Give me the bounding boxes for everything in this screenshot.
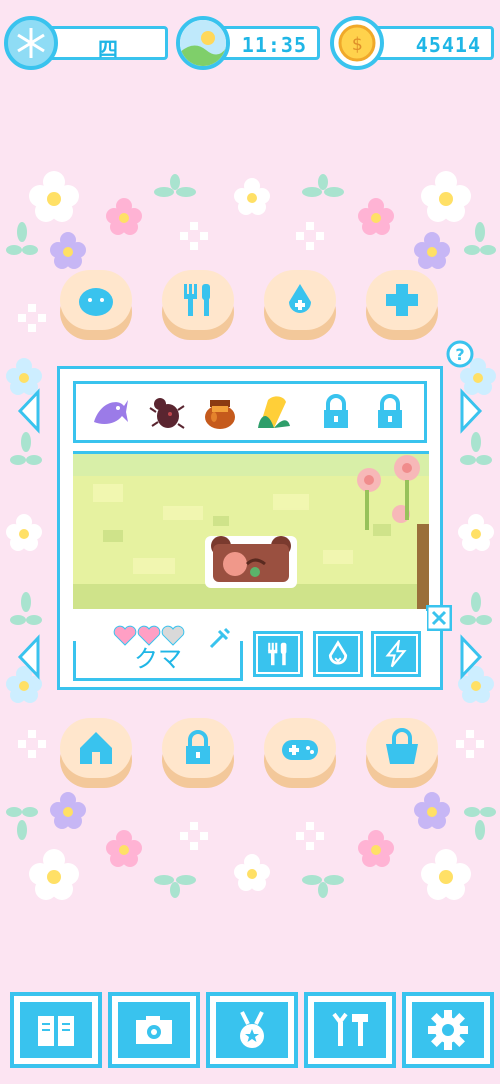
lock-icon [378, 394, 402, 428]
right-arrow-icon[interactable] [458, 634, 486, 680]
home-button[interactable] [60, 718, 132, 790]
white-flower-icon [421, 171, 471, 222]
white-flower-icon [458, 514, 494, 551]
day-pill: 四 [40, 26, 168, 61]
lightning-icon [385, 640, 407, 668]
coins-value: 45414 [415, 33, 481, 57]
white-flower-icon [29, 171, 79, 222]
pink-flower-icon [106, 830, 142, 867]
camera-button[interactable] [108, 992, 200, 1068]
leaf-icon [6, 222, 38, 255]
pet-info-card: クマ [73, 611, 427, 683]
camera-icon [136, 1016, 172, 1044]
pink-flower-icon [358, 198, 394, 235]
leaf-icon [460, 592, 492, 625]
play-button[interactable] [264, 718, 336, 790]
svg-text:?: ? [455, 345, 464, 364]
leaf-icon [10, 432, 42, 465]
time-value: 11:35 [241, 33, 307, 57]
right-arrow-icon[interactable] [458, 388, 486, 434]
sparkle-icon [180, 222, 208, 250]
leaf-icon [6, 807, 38, 840]
feed-button[interactable] [162, 270, 234, 342]
medal-icon [240, 1011, 264, 1048]
sparkle-icon [296, 222, 324, 250]
house-icon [80, 732, 112, 764]
gamepad-icon [282, 740, 318, 760]
heal-button[interactable] [366, 270, 438, 342]
sparkle-icon [296, 822, 324, 850]
purple-flower-icon [414, 232, 450, 269]
leaf-icon [464, 807, 496, 840]
sparkle-icon [456, 730, 484, 758]
fork-knife-icon [268, 642, 287, 666]
journal-button[interactable] [10, 992, 102, 1068]
lock-icon [324, 394, 348, 428]
medal-button[interactable] [206, 992, 298, 1068]
beetle-icon[interactable] [146, 392, 186, 432]
white-flower-icon [29, 849, 79, 900]
settings-button[interactable] [402, 992, 494, 1068]
close-icon[interactable] [426, 605, 452, 631]
water-button[interactable] [264, 270, 336, 342]
purple-flower-icon [414, 792, 450, 829]
blob-icon [79, 288, 113, 316]
purple-flower-icon [50, 232, 86, 269]
day-value: 四 [98, 37, 119, 61]
tools-icon [332, 1012, 368, 1046]
plus-icon [386, 284, 418, 316]
food-bar [73, 381, 427, 443]
leaf-icon [302, 875, 344, 898]
white-flower-icon [234, 178, 270, 215]
sparkle-icon [180, 822, 208, 850]
snowflake-icon[interactable] [4, 16, 58, 70]
leaf-icon [464, 222, 496, 255]
fish-icon[interactable] [90, 392, 130, 432]
landscape-icon [176, 16, 230, 70]
energy-status-button[interactable] [371, 631, 421, 677]
tools-button[interactable] [304, 992, 396, 1068]
corn-icon[interactable] [254, 392, 294, 432]
purple-flower-icon [50, 792, 86, 829]
honey-pot-icon[interactable] [200, 392, 240, 432]
leaf-icon [460, 432, 492, 465]
leaf-icon [154, 174, 196, 197]
white-flower-icon [6, 514, 42, 551]
svg-text:$: $ [352, 34, 363, 55]
white-flower-icon [234, 854, 270, 891]
pink-flower-icon [358, 830, 394, 867]
pink-flower-icon [106, 198, 142, 235]
coin-icon: $ [330, 16, 384, 70]
gear-icon [428, 1010, 468, 1050]
basket-icon [386, 728, 418, 764]
bear-pet[interactable] [205, 530, 297, 588]
pet-name: クマ [73, 641, 243, 681]
locked-button [162, 718, 234, 790]
fork-knife-icon [184, 284, 210, 316]
leaf-icon [154, 875, 196, 898]
leaf-icon [302, 174, 344, 197]
sparkle-icon [18, 304, 46, 332]
left-arrow-icon[interactable] [14, 388, 42, 434]
question-icon[interactable]: ? [446, 340, 474, 368]
book-icon [38, 1016, 74, 1046]
left-arrow-icon[interactable] [14, 634, 42, 680]
pet-scene [73, 451, 429, 609]
water-status-button[interactable] [313, 631, 363, 677]
shop-button[interactable] [366, 718, 438, 790]
sparkle-icon [18, 730, 46, 758]
white-flower-icon [421, 849, 471, 900]
leaf-icon [10, 592, 42, 625]
pet-panel: クマ [57, 366, 452, 690]
water-drop-icon [328, 640, 348, 665]
bubble-button[interactable] [60, 270, 132, 342]
water-drop-icon [289, 284, 311, 313]
lock-icon [186, 730, 210, 764]
feed-status-button[interactable] [253, 631, 303, 677]
